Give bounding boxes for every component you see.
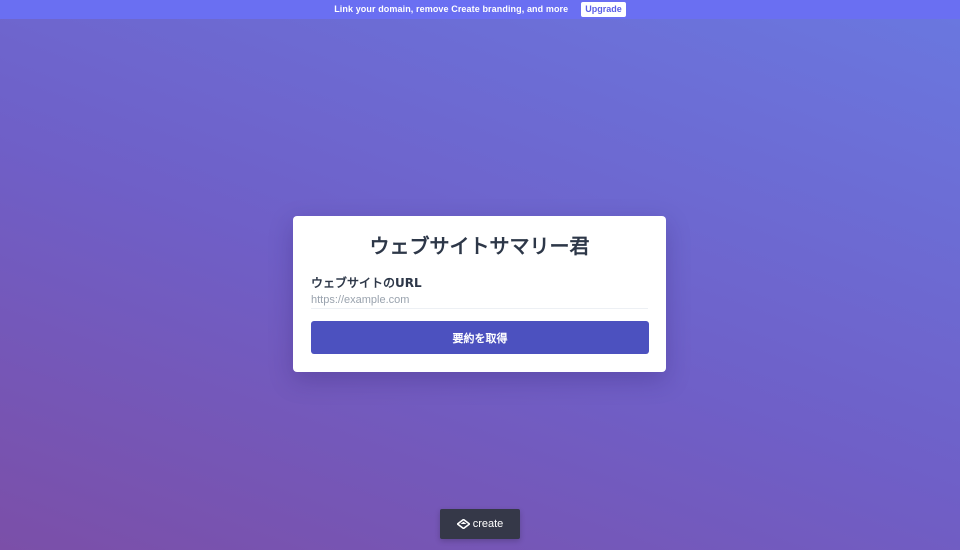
- page-title: ウェブサイトサマリー君: [369, 234, 590, 258]
- url-input[interactable]: [311, 292, 648, 309]
- upgrade-button[interactable]: Upgrade: [581, 2, 626, 17]
- url-label: ウェブサイトのURL: [311, 276, 422, 290]
- upgrade-banner: Link your domain, remove Create branding…: [0, 0, 960, 19]
- create-logo-icon: [456, 519, 470, 529]
- create-badge-label: create: [472, 518, 504, 530]
- get-summary-button[interactable]: 要約を取得: [311, 321, 649, 354]
- create-badge[interactable]: create: [440, 509, 520, 539]
- banner-text: Link your domain, remove Create branding…: [334, 4, 569, 14]
- summary-card: ウェブサイトサマリー君 ウェブサイトのURL 要約を取得: [293, 216, 666, 372]
